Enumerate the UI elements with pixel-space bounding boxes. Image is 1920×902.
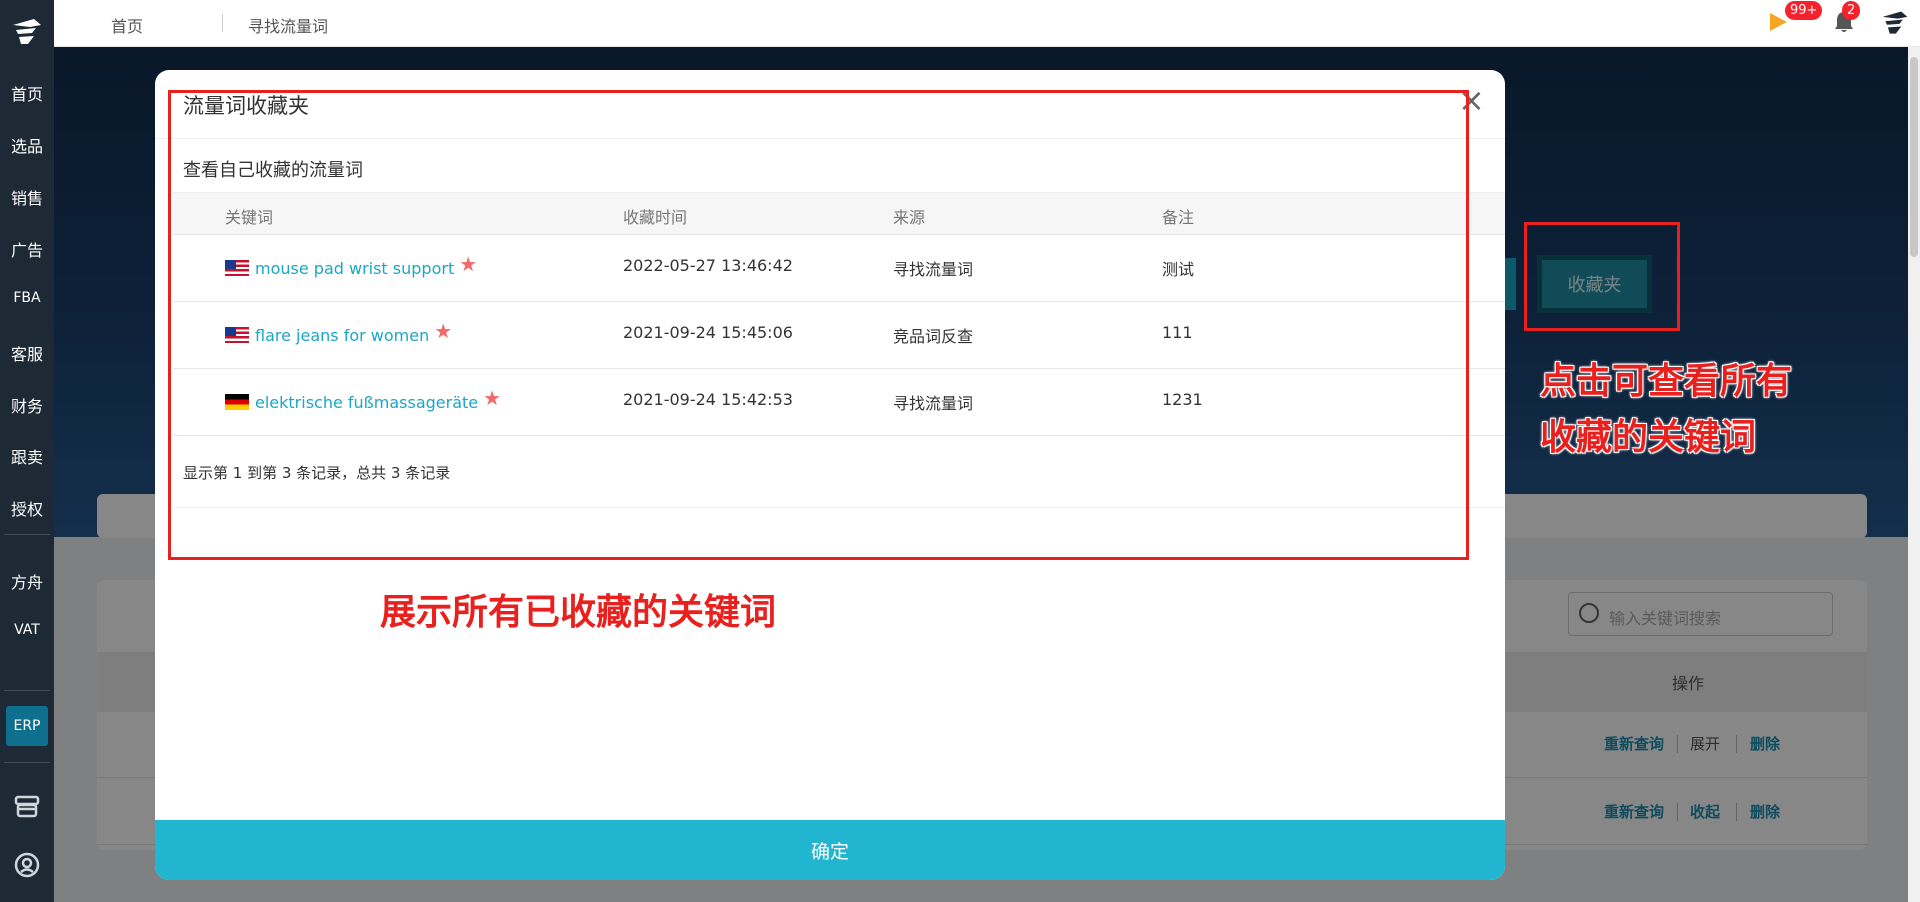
breadcrumb-find-keywords[interactable]: 寻找流量词 [248, 13, 328, 37]
sidebar-item-sales[interactable]: 销售 [0, 185, 54, 209]
annotation-note-line2: 收藏的关键词 [1540, 417, 1757, 458]
sidebar-item-home[interactable]: 首页 [0, 81, 54, 105]
sidebar-item-product-selection[interactable]: 选品 [0, 133, 54, 157]
confirm-button[interactable]: 确定 [155, 820, 1505, 880]
sidebar-item-ark[interactable]: 方舟 [0, 569, 54, 593]
bell-badge: 2 [1842, 1, 1861, 20]
sidebar-divider [4, 690, 50, 691]
sidebar-item-customer-service[interactable]: 客服 [0, 341, 54, 365]
sidebar-item-vat[interactable]: VAT [0, 622, 54, 638]
annotation-box-modal [168, 90, 1469, 560]
scrollbar-thumb[interactable] [1910, 57, 1918, 257]
sidebar-item-ads[interactable]: 广告 [0, 237, 54, 261]
sidebar-divider [4, 762, 50, 763]
store-icon[interactable] [13, 792, 41, 820]
annotation-box-favorites [1524, 222, 1680, 331]
sidebar-item-finance[interactable]: 财务 [0, 393, 54, 417]
top-bar: 首页 寻找流量词 99+ 2 [54, 0, 1920, 47]
sidebar-item-follow-sell[interactable]: 跟卖 [0, 444, 54, 468]
annotation-note-bottom: 展示所有已收藏的关键词 [380, 592, 777, 633]
sidebar: 首页 选品 销售 广告 FBA 客服 财务 跟卖 授权 方舟 VAT ERP [0, 0, 54, 902]
breadcrumb-separator [222, 14, 223, 32]
support-icon[interactable] [13, 851, 41, 879]
sidebar-item-erp[interactable]: ERP [6, 706, 48, 746]
user-avatar-icon[interactable] [1880, 8, 1910, 42]
sidebar-item-fba[interactable]: FBA [0, 290, 54, 306]
brand-logo-icon[interactable] [0, 0, 54, 64]
annotation-note-line1: 点击可查看所有 [1540, 361, 1793, 402]
flag-badge: 99+ [1785, 1, 1823, 20]
annotation-note-right: 点击可查看所有 收藏的关键词 [1540, 354, 1792, 466]
breadcrumb-home[interactable]: 首页 [111, 13, 143, 37]
sidebar-divider [4, 534, 50, 535]
page-scrollbar[interactable] [1908, 47, 1920, 902]
sidebar-item-authorization[interactable]: 授权 [0, 496, 54, 520]
